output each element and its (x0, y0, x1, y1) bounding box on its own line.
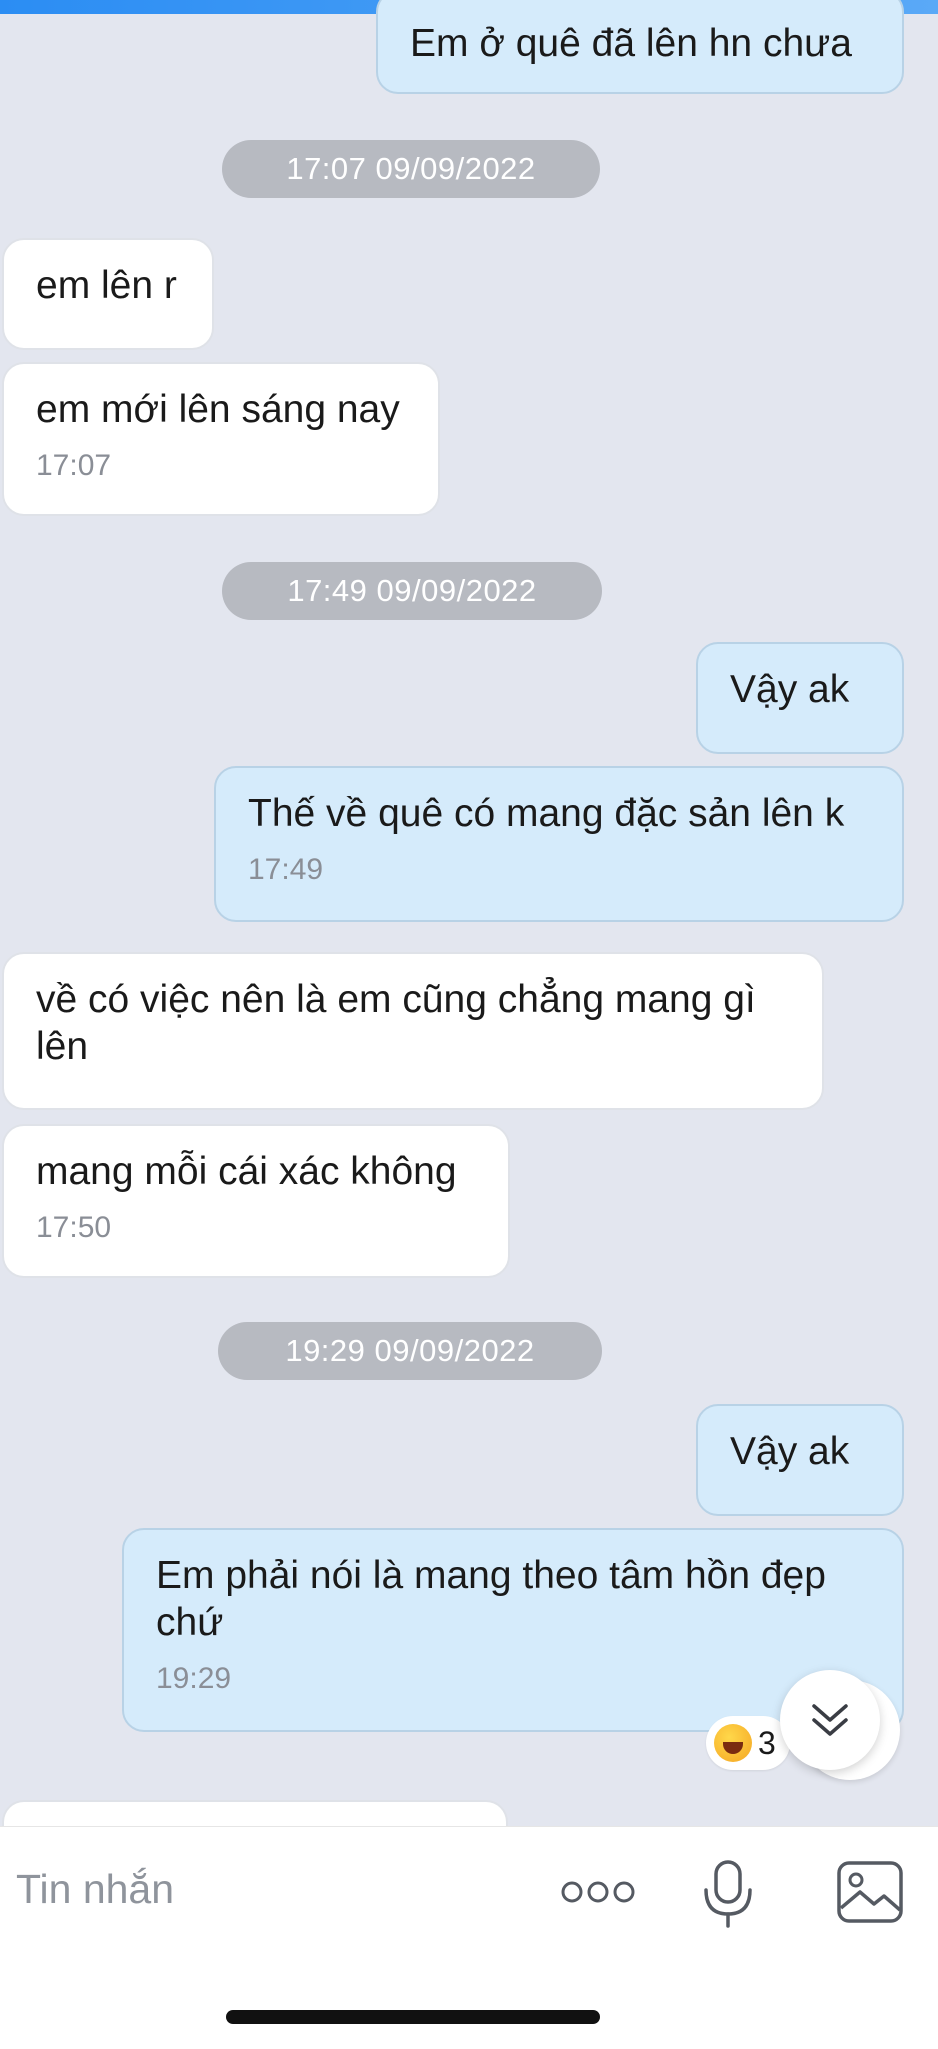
message-text: Em ở quê đã lên hn chưa (410, 22, 852, 65)
incoming-message[interactable]: em mới lên sáng nay 17:07 (2, 362, 440, 516)
incoming-message[interactable]: em lên r (2, 238, 214, 350)
date-separator: 17:07 09/09/2022 (222, 140, 600, 198)
outgoing-message[interactable]: Vậy ak (696, 642, 904, 754)
date-separator: 17:49 09/09/2022 (222, 562, 602, 620)
incoming-message[interactable]: về có việc nên là em cũng chẳng mang gì … (2, 952, 824, 1110)
date-separator: 19:29 09/09/2022 (218, 1322, 602, 1380)
home-indicator (226, 2010, 600, 2024)
microphone-icon[interactable] (700, 1858, 756, 1930)
message-text: mang mỗi cái xác không (36, 1150, 457, 1193)
message-text: em mới lên sáng nay (36, 388, 400, 431)
message-text: Vậy ak (730, 1430, 850, 1473)
reaction-count: 3 (758, 1724, 776, 1761)
laughing-face-icon (714, 1724, 752, 1762)
outgoing-message[interactable]: Thế về quê có mang đặc sản lên k 17:49 (214, 766, 904, 922)
message-text: em lên r (36, 264, 177, 307)
message-input[interactable]: Tin nhắn (16, 1866, 174, 1913)
message-text: Vậy ak (730, 668, 850, 711)
message-timestamp: 17:49 (248, 853, 324, 886)
double-chevron-down-icon (812, 1704, 848, 1736)
outgoing-message[interactable]: Vậy ak (696, 1404, 904, 1516)
outgoing-message[interactable]: Em ở quê đã lên hn chưa (376, 0, 904, 94)
incoming-message[interactable]: mang mỗi cái xác không 17:50 (2, 1124, 510, 1278)
message-text: về có việc nên là em cũng chẳng mang gì … (36, 978, 756, 1068)
message-text: Thế về quê có mang đặc sản lên k (248, 792, 845, 835)
image-icon[interactable] (836, 1860, 904, 1924)
message-timestamp: 19:29 (156, 1662, 232, 1695)
reaction-badge[interactable]: 3 (706, 1716, 790, 1770)
scroll-to-bottom-button[interactable] (780, 1670, 880, 1770)
message-timestamp: 17:07 (36, 449, 112, 482)
message-timestamp: 17:50 (36, 1211, 112, 1244)
message-text: Em phải nói là mang theo tâm hồn đẹp chứ (156, 1554, 826, 1644)
more-options-icon[interactable] (560, 1872, 636, 1912)
